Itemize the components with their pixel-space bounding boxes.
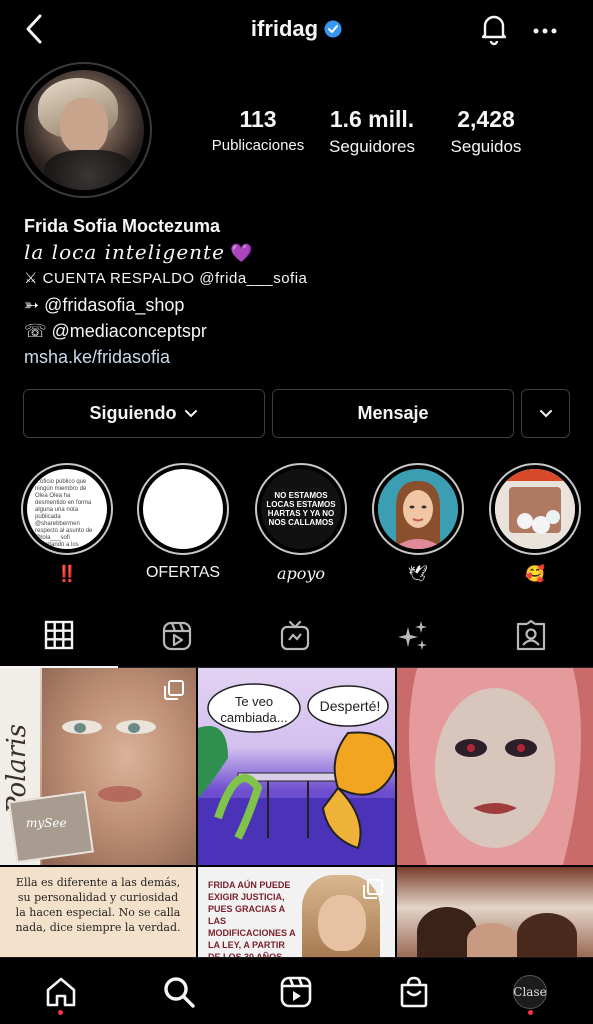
grid-icon	[44, 620, 74, 650]
avatar-image	[24, 70, 144, 190]
highlight-1[interactable]: ...oficio público que ningún miembro de …	[20, 463, 114, 584]
followers-count-label: Seguidores	[328, 137, 415, 156]
profile-avatar-mini: Clase	[513, 975, 547, 1009]
highlight-1-cover: ...oficio público que ningún miembro de …	[27, 469, 107, 549]
tab-guides[interactable]	[354, 604, 472, 668]
bio-tagline-row: la loca inteligente 💜	[24, 239, 584, 266]
more-options-icon[interactable]	[532, 18, 558, 44]
highlight-smile-caption: 🥰	[525, 566, 545, 583]
profile-avatar[interactable]	[16, 62, 152, 198]
nav-profile[interactable]: Clase	[510, 972, 550, 1012]
portrait-painting-icon	[397, 668, 593, 865]
igtv-icon	[280, 620, 310, 651]
posts-count-label: Publicaciones	[211, 137, 305, 154]
highlight-dove-cover	[378, 469, 458, 549]
posts-count-value: 113	[239, 106, 277, 132]
nav-home[interactable]	[41, 972, 81, 1012]
shopping-bag-icon	[400, 976, 428, 1008]
post-1-product-text: mySee	[26, 816, 67, 830]
highlight-ofertas-cover	[143, 469, 223, 549]
profile-tabs	[0, 604, 593, 668]
speech-bubble-right: Desperté!	[319, 698, 381, 714]
purple-heart-emoji: 💜	[229, 243, 253, 263]
tab-reels[interactable]	[118, 604, 236, 668]
followers-count-value: 1.6 mill.	[329, 106, 415, 132]
post-thumbnail-6[interactable]	[397, 867, 593, 957]
suggested-accounts-button[interactable]	[521, 389, 570, 438]
nav-shop[interactable]	[394, 972, 434, 1012]
highlight-ofertas[interactable]: OFERTAS	[136, 463, 230, 584]
post-5-headline: FRIDA AÚN PUEDE EXIGIR JUSTICIA, PUES GR…	[208, 880, 296, 957]
profile-header: ifridag	[0, 0, 593, 58]
following-button[interactable]: Siguiendo	[23, 389, 265, 438]
reels-icon	[162, 621, 192, 651]
highlight-dove-caption: 🕊	[407, 566, 429, 583]
nav-search[interactable]	[159, 972, 199, 1012]
post-thumbnail-1[interactable]: Polaris mySee	[0, 668, 196, 865]
following-count[interactable]: 2,428 Seguidos	[438, 106, 534, 157]
home-notification-dot	[58, 1010, 63, 1015]
highlight-apoyo[interactable]: NO ESTAMOS LOCAS ESTAMOS HARTAS Y YA NO …	[254, 463, 348, 584]
home-icon	[46, 977, 76, 1007]
following-button-label: Siguiendo	[89, 403, 177, 423]
highlight-apoyo-caption: apoyo	[276, 564, 326, 583]
carousel-icon	[363, 879, 383, 899]
highlight-ofertas-caption: OFERTAS	[145, 564, 221, 581]
highlight-dove[interactable]: 🕊	[371, 463, 465, 584]
sparkle-guides-icon	[398, 621, 427, 650]
highlight-apoyo-cover: NO ESTAMOS LOCAS ESTAMOS HARTAS Y YA NO …	[261, 469, 341, 549]
chevron-down-icon	[539, 409, 552, 417]
username: ifridag	[250, 16, 319, 41]
bottom-navigation: Clase	[0, 957, 593, 1024]
highlight-smile[interactable]: 🥰	[488, 463, 582, 584]
profile-notification-dot	[528, 1010, 533, 1015]
tab-tagged[interactable]	[472, 604, 590, 668]
followers-count[interactable]: 1.6 mill. Seguidores	[316, 106, 428, 157]
notification-bell-icon[interactable]	[476, 10, 512, 46]
following-count-label: Seguidos	[450, 137, 522, 156]
highlight-1-caption: ‼️	[57, 566, 77, 583]
following-count-value: 2,428	[457, 106, 515, 132]
post-thumbnail-2[interactable]: Te veo cambiada... Desperté!	[198, 668, 395, 865]
reels-icon	[280, 976, 312, 1008]
verified-badge-icon	[324, 20, 342, 38]
nav-reels[interactable]	[276, 972, 316, 1012]
tab-posts-grid[interactable]	[0, 604, 118, 668]
post-4-quote-text: Ella es diferente a las demás, su person…	[15, 876, 181, 934]
chevron-down-icon	[184, 409, 197, 417]
search-icon	[164, 977, 195, 1008]
message-button-label: Mensaje	[357, 403, 429, 423]
bio-backup-account[interactable]: ⚔ CUENTA RESPALDO @frida___sofia	[24, 266, 584, 292]
bio-link[interactable]: msha.ke/fridasofia	[24, 344, 584, 370]
profile-name: Frida Sofia Moctezuma	[24, 216, 221, 236]
bio-tagline: la loca inteligente	[24, 240, 225, 264]
post-thumbnail-5[interactable]: FRIDA AÚN PUEDE EXIGIR JUSTICIA, PUES GR…	[198, 867, 395, 957]
speech-bubble-left: Te veo cambiada...	[220, 694, 288, 725]
tab-igtv[interactable]	[236, 604, 354, 668]
profile-bio: Frida Sofia Moctezuma la loca inteligent…	[24, 213, 584, 370]
message-button[interactable]: Mensaje	[272, 389, 514, 438]
post-thumbnail-4[interactable]: Ella es diferente a las demás, su person…	[0, 867, 196, 957]
tagged-user-icon	[516, 620, 546, 651]
product-photo-icon	[495, 469, 575, 549]
bio-media-account[interactable]: ☏ @mediaconceptspr	[24, 318, 584, 344]
post-thumbnail-3[interactable]	[397, 668, 593, 865]
highlight-smile-cover	[495, 469, 575, 549]
carousel-icon	[164, 680, 184, 700]
bio-shop-account[interactable]: ➳ @fridasofia_shop	[24, 292, 584, 318]
portrait-illustration-icon	[378, 469, 458, 549]
posts-count[interactable]: 113 Publicaciones	[198, 106, 318, 154]
